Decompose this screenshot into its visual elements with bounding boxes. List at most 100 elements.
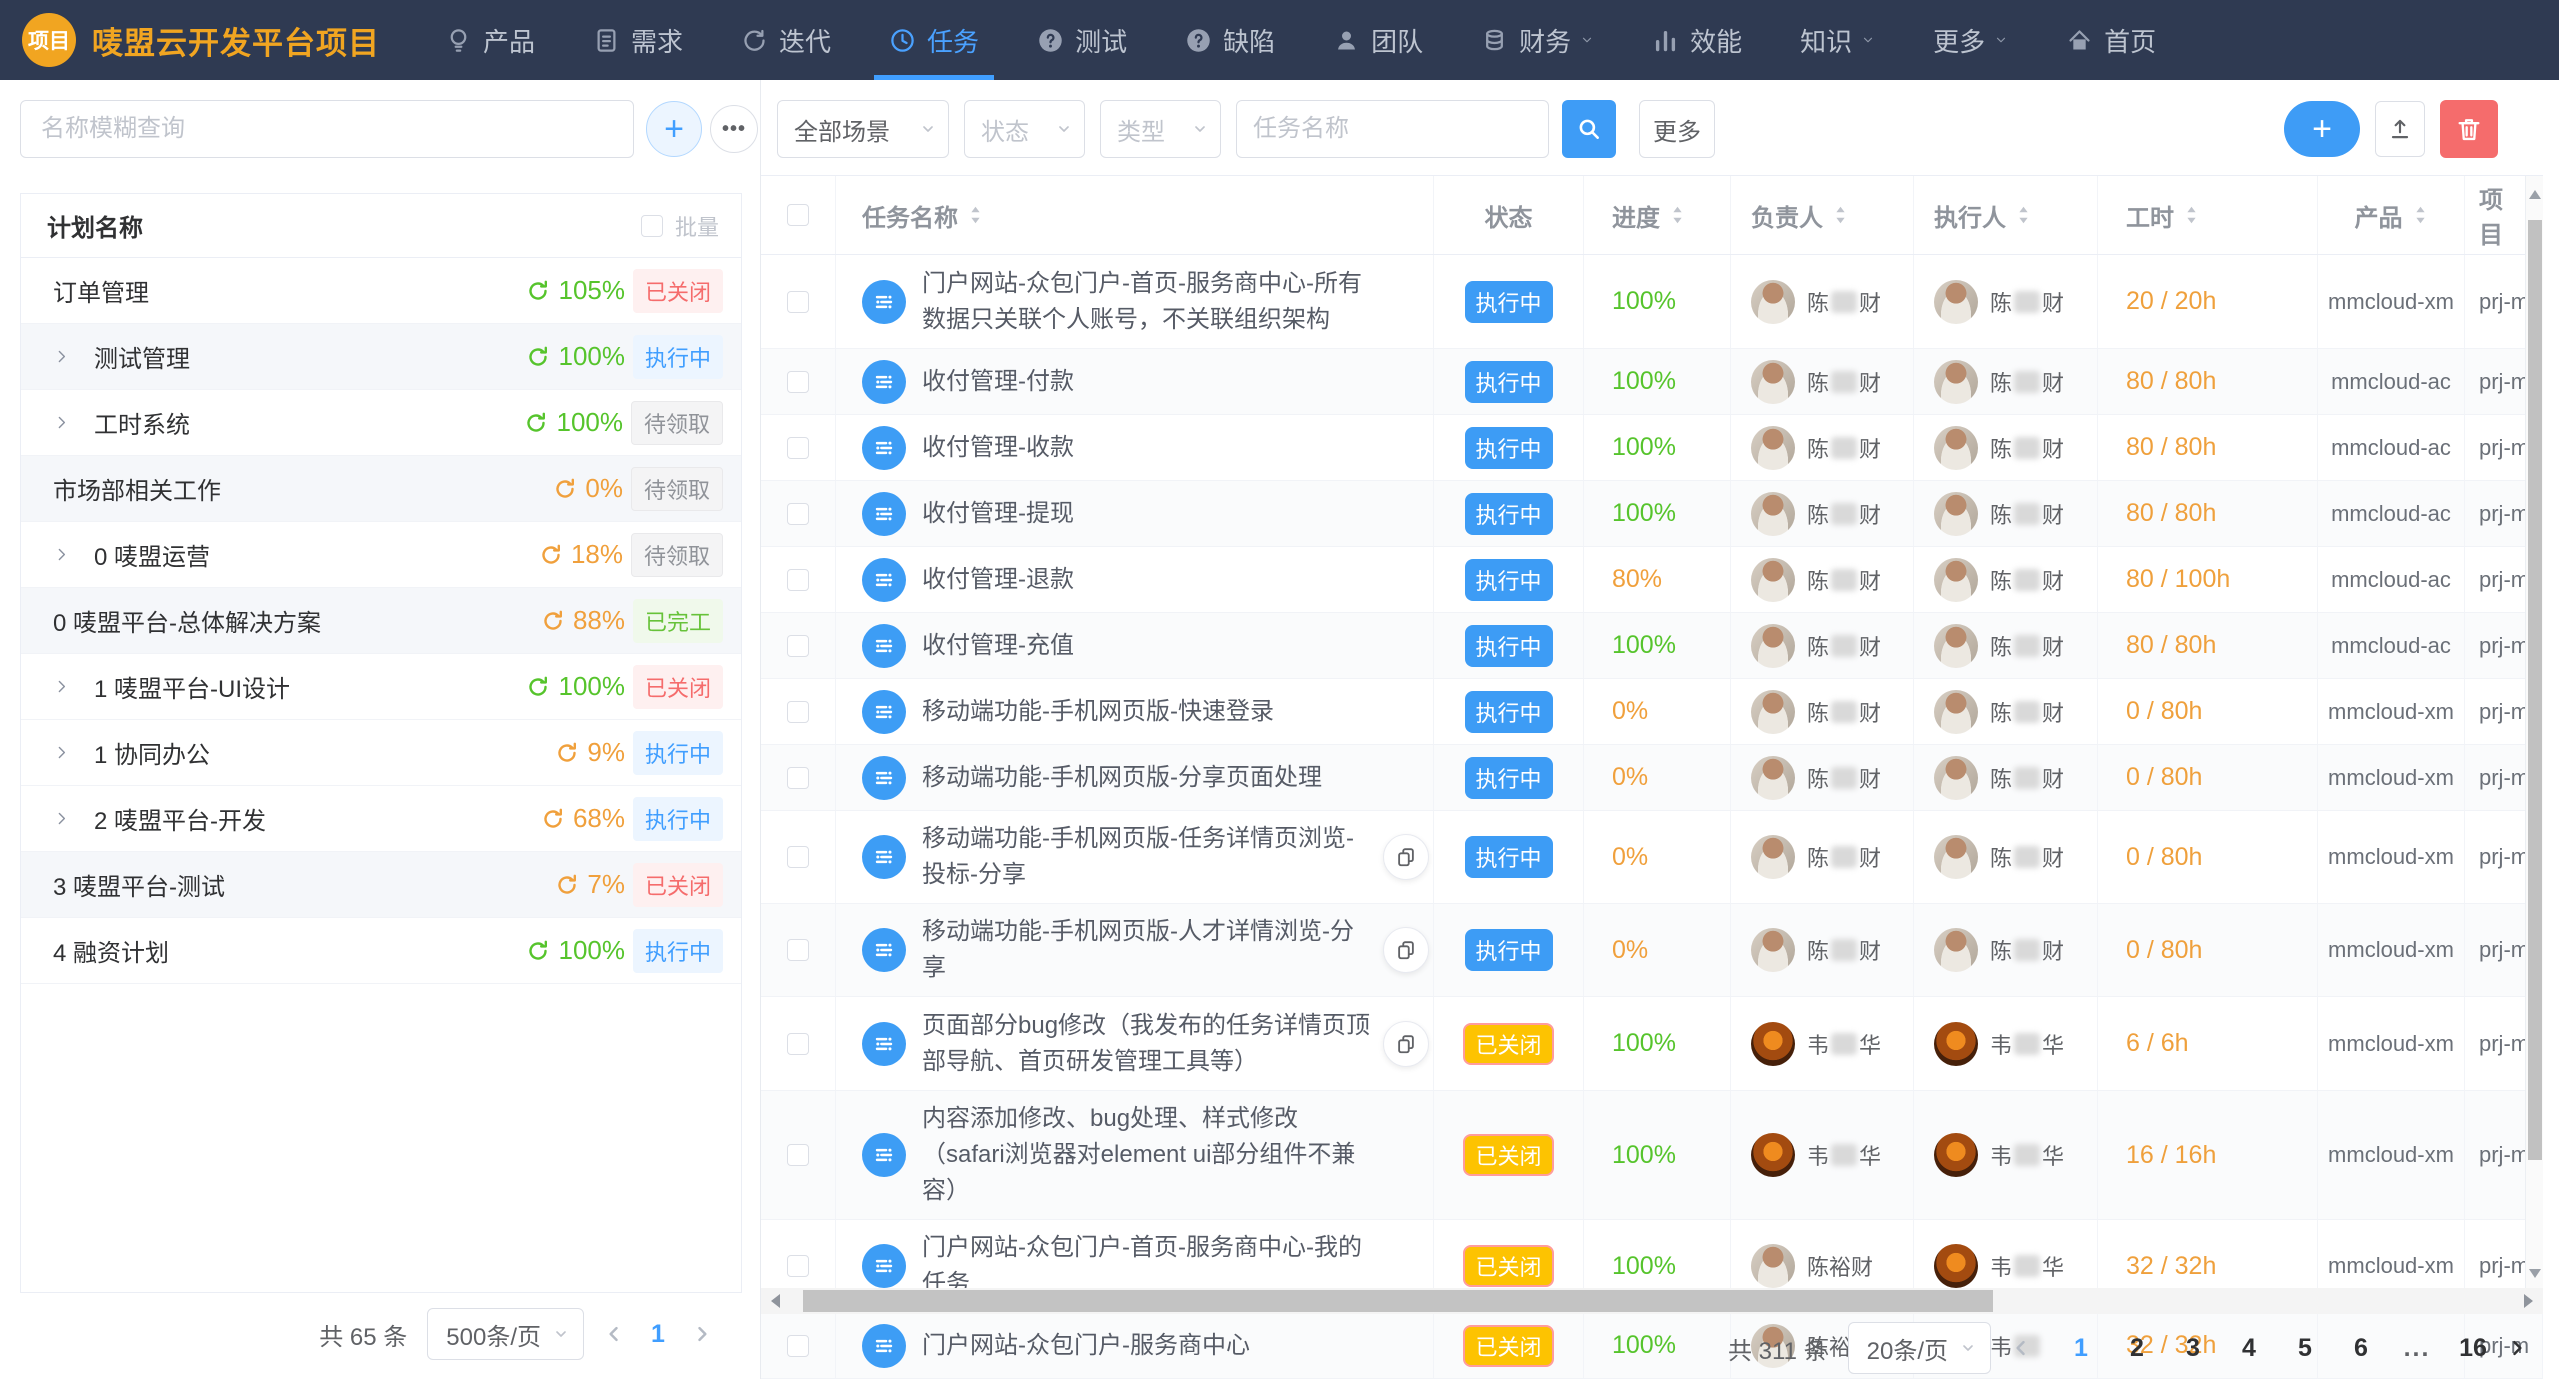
nav-item-测试[interactable]: 测试 [1008,0,1156,80]
add-task-button[interactable]: + [2284,101,2360,157]
task-name[interactable]: 内容添加修改、bug处理、样式修改（safari浏览器对element ui部分… [922,1101,1373,1209]
page-number-1[interactable]: 1 [2067,1334,2095,1363]
row-checkbox[interactable] [787,1255,809,1277]
nav-item-团队[interactable]: 团队 [1304,0,1452,80]
row-checkbox[interactable] [787,1033,809,1055]
task-row[interactable]: 收付管理-付款 执行中 100% 陈财 陈财 80 / 80h mmcloud-… [761,349,2543,415]
task-name[interactable]: 收付管理-付款 [922,364,1074,400]
task-name[interactable]: 收付管理-收款 [922,430,1074,466]
horizontal-scroll-thumb[interactable] [803,1290,1993,1312]
plan-row[interactable]: 1 协同办公 9% 执行中 [21,720,741,786]
plan-row[interactable]: 2 唛盟平台-开发 68% 执行中 [21,786,741,852]
plan-search-input[interactable] [20,100,634,158]
vertical-scroll-thumb[interactable] [2528,220,2542,1160]
sort-icon[interactable] [1670,204,1685,226]
nav-item-首页[interactable]: 首页 [2037,0,2185,80]
row-checkbox[interactable] [787,437,809,459]
row-checkbox[interactable] [787,846,809,868]
nav-item-任务[interactable]: 任务 [860,0,1008,80]
plan-page-number[interactable]: 1 [644,1320,672,1349]
plan-row[interactable]: 工时系统 100% 待领取 [21,390,741,456]
scroll-up-icon[interactable] [2529,190,2541,199]
row-checkbox[interactable] [787,291,809,313]
task-name[interactable]: 门户网站-众包门户-首页-服务商中心-所有数据只关联个人账号，不关联组织架构 [922,266,1373,338]
pager-ellipsis[interactable]: ... [2403,1334,2431,1363]
task-row[interactable]: 收付管理-充值 执行中 100% 陈财 陈财 80 / 80h mmcloud-… [761,613,2543,679]
expand-chevron-icon[interactable] [53,810,70,827]
task-name[interactable]: 移动端功能-手机网页版-分享页面处理 [922,760,1322,796]
page-number-3[interactable]: 3 [2179,1334,2207,1363]
task-row[interactable]: 页面部分bug修改（我发布的任务详情页顶部导航、首页研发管理工具等） 已关闭 1… [761,997,2543,1091]
task-row[interactable]: 收付管理-收款 执行中 100% 陈财 陈财 80 / 80h mmcloud-… [761,415,2543,481]
type-select[interactable]: 类型 [1100,100,1221,158]
plan-page-size-select[interactable]: 500条/页 [427,1308,584,1360]
column-header-owner[interactable]: 负责人 [1731,176,1914,254]
prev-page-icon[interactable] [604,1324,624,1344]
row-checkbox[interactable] [787,939,809,961]
plan-row[interactable]: 0 唛盟平台-总体解决方案 88% 已完工 [21,588,741,654]
scroll-right-icon[interactable] [2524,1294,2533,1308]
task-row[interactable]: 收付管理-退款 执行中 80% 陈财 陈财 80 / 100h mmcloud-… [761,547,2543,613]
copy-button[interactable] [1383,834,1429,880]
scroll-down-icon[interactable] [2529,1269,2541,1278]
task-row[interactable]: 移动端功能-手机网页版-任务详情页浏览-投标-分享 执行中 0% 陈财 陈财 0… [761,811,2543,904]
task-name-input[interactable] [1236,100,1549,158]
task-row[interactable]: 门户网站-众包门户-首页-服务商中心-所有数据只关联个人账号，不关联组织架构 执… [761,255,2543,349]
sort-icon[interactable] [968,204,983,226]
plan-row[interactable]: 1 唛盟平台-UI设计 100% 已关闭 [21,654,741,720]
row-checkbox[interactable] [787,1144,809,1166]
export-button[interactable] [2375,101,2425,157]
next-page-icon[interactable] [2507,1338,2527,1358]
row-checkbox[interactable] [787,503,809,525]
vertical-scrollbar[interactable] [2525,176,2543,1288]
task-name[interactable]: 收付管理-提现 [922,496,1074,532]
expand-chevron-icon[interactable] [53,546,70,563]
column-header-progress[interactable]: 进度 [1584,176,1731,254]
expand-chevron-icon[interactable] [53,678,70,695]
sort-icon[interactable] [1833,204,1848,226]
nav-item-产品[interactable]: 产品 [416,0,564,80]
plan-row[interactable]: 市场部相关工作 0% 待领取 [21,456,741,522]
copy-button[interactable] [1383,927,1429,973]
nav-item-需求[interactable]: 需求 [564,0,712,80]
task-name[interactable]: 收付管理-退款 [922,562,1074,598]
more-filters-button[interactable]: 更多 [1639,100,1715,158]
page-number-16[interactable]: 16 [2459,1334,2487,1363]
plan-row[interactable]: 0 唛盟运营 18% 待领取 [21,522,741,588]
plan-row[interactable]: 订单管理 105% 已关闭 [21,258,741,324]
task-name[interactable]: 移动端功能-手机网页版-人才详情浏览-分享 [922,914,1373,986]
select-all-checkbox[interactable] [787,204,809,226]
column-header-status[interactable]: 状态 [1434,176,1584,254]
batch-checkbox[interactable] [641,215,663,237]
scroll-left-icon[interactable] [771,1294,780,1308]
task-page-size-select[interactable]: 20条/页 [1848,1322,1991,1374]
row-checkbox[interactable] [787,767,809,789]
nav-item-迭代[interactable]: 迭代 [712,0,860,80]
task-name[interactable]: 移动端功能-手机网页版-任务详情页浏览-投标-分享 [922,821,1373,893]
task-row[interactable]: 移动端功能-手机网页版-快速登录 执行中 0% 陈财 陈财 0 / 80h mm… [761,679,2543,745]
nav-item-缺陷[interactable]: 缺陷 [1156,0,1304,80]
column-header-name[interactable]: 任务名称 [836,176,1434,254]
task-name[interactable]: 移动端功能-手机网页版-快速登录 [922,694,1274,730]
task-row[interactable]: 收付管理-提现 执行中 100% 陈财 陈财 80 / 80h mmcloud-… [761,481,2543,547]
column-header[interactable] [761,176,836,254]
row-checkbox[interactable] [787,635,809,657]
next-page-icon[interactable] [692,1324,712,1344]
task-name[interactable]: 页面部分bug修改（我发布的任务详情页顶部导航、首页研发管理工具等） [922,1008,1373,1080]
expand-chevron-icon[interactable] [53,348,70,365]
page-number-4[interactable]: 4 [2235,1334,2263,1363]
column-header-exec[interactable]: 执行人 [1914,176,2098,254]
search-button[interactable] [1562,100,1616,158]
task-row[interactable]: 移动端功能-手机网页版-人才详情浏览-分享 执行中 0% 陈财 陈财 0 / 8… [761,904,2543,997]
page-number-5[interactable]: 5 [2291,1334,2319,1363]
delete-button[interactable] [2440,100,2498,158]
prev-page-icon[interactable] [2011,1338,2031,1358]
nav-item-知识[interactable]: 知识 [1771,0,1904,80]
nav-item-更多[interactable]: 更多 [1904,0,2037,80]
row-checkbox[interactable] [787,371,809,393]
column-header-product[interactable]: 产品 [2318,176,2465,254]
nav-item-财务[interactable]: 财务 [1452,0,1623,80]
plan-more-button[interactable]: ••• [710,105,758,153]
sort-icon[interactable] [2184,204,2199,226]
add-plan-button[interactable]: + [646,101,702,157]
